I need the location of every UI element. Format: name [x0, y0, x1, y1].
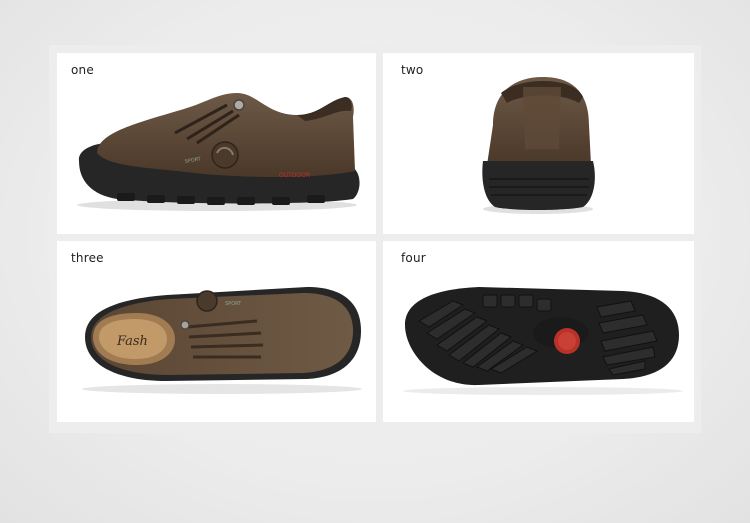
shoe-side-image: OUTDOOR SPORT — [77, 93, 360, 211]
panel-back-view: two — [383, 53, 694, 234]
panel-top-view: three Fash SPORT — [57, 241, 376, 422]
panel-sole-view: four — [383, 241, 694, 422]
panel-side-view: one OUTDOOR SPORT — [57, 53, 376, 234]
insole-text: Fash — [116, 334, 148, 349]
svg-text:SPORT: SPORT — [225, 301, 242, 307]
shoe-back-image — [482, 77, 595, 214]
side-print-text: OUTDOOR — [279, 172, 310, 179]
shoe-top-image: Fash SPORT — [82, 287, 362, 394]
shoe-sole-image — [403, 287, 683, 395]
